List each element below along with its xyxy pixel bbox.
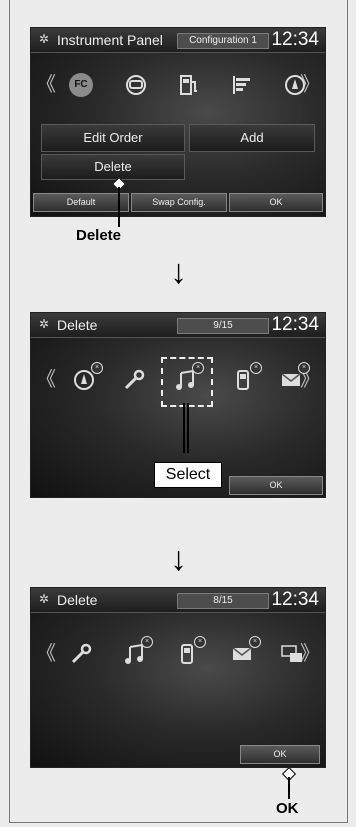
gear-icon: ✲ — [38, 317, 50, 331]
edit-order-button[interactable]: Edit Order — [41, 124, 185, 152]
remove-badge-icon: × — [192, 362, 204, 374]
screen-title: Delete — [57, 317, 98, 333]
delete-screen-confirm: ✲ Delete 8/15 12:34 《 》 × × × OK — [30, 587, 326, 768]
phone-icon[interactable]: × — [230, 362, 262, 394]
message-device-icon[interactable] — [279, 642, 305, 668]
clock: 12:34 — [271, 29, 319, 50]
remove-badge-icon: × — [249, 636, 261, 648]
swap-config-button[interactable]: Swap Config. — [131, 193, 227, 212]
compass-icon[interactable]: × — [71, 362, 103, 394]
top-bar: ✲ Instrument Panel Configuration 1 12:34 — [31, 28, 325, 53]
item-count: 9/15 — [177, 318, 269, 334]
screen-title: Instrument Panel — [57, 32, 163, 48]
default-button[interactable]: Default — [33, 193, 129, 212]
fc-icon[interactable]: FC — [69, 73, 93, 97]
music-note-icon[interactable]: × — [172, 362, 204, 394]
music-note-icon[interactable]: × — [121, 636, 153, 668]
pointer-line — [118, 187, 120, 227]
scroll-left-arrow[interactable]: 《 — [36, 75, 56, 95]
down-arrow-icon: ↓ — [170, 253, 187, 291]
clock: 12:34 — [271, 589, 319, 610]
remove-badge-icon: × — [250, 362, 262, 374]
delete-button[interactable]: Delete — [41, 154, 185, 180]
remove-badge-icon: × — [141, 636, 153, 648]
delete-callout: Delete — [76, 227, 122, 244]
add-button[interactable]: Add — [189, 124, 315, 152]
top-bar: ✲ Delete 9/15 12:34 — [31, 313, 325, 338]
remove-badge-icon: × — [194, 636, 206, 648]
envelope-icon[interactable]: × — [229, 636, 261, 668]
phone-icon[interactable]: × — [174, 636, 206, 668]
item-count: 8/15 — [177, 593, 269, 609]
configuration-tab[interactable]: Configuration 1 — [177, 33, 269, 49]
pointer-line — [183, 403, 185, 453]
select-callout: Select — [154, 462, 222, 488]
scroll-left-arrow[interactable]: 《 — [36, 644, 56, 664]
ok-button[interactable]: OK — [229, 193, 323, 212]
gear-icon: ✲ — [38, 32, 50, 46]
remove-badge-icon: × — [91, 362, 103, 374]
scroll-left-arrow[interactable]: 《 — [36, 370, 56, 390]
down-arrow-icon: ↓ — [170, 540, 187, 578]
remove-badge-icon: × — [298, 362, 310, 374]
envelope-icon[interactable]: × — [278, 362, 310, 394]
bar-list-icon[interactable] — [229, 73, 255, 99]
gear-icon: ✲ — [38, 592, 50, 606]
pointer-line — [288, 777, 290, 799]
ok-button[interactable]: OK — [229, 476, 323, 495]
instrument-panel-screen: ✲ Instrument Panel Configuration 1 12:34… — [30, 27, 326, 217]
ok-callout: OK — [276, 800, 299, 817]
pointer-line — [187, 403, 189, 453]
wrench-icon[interactable] — [121, 368, 147, 394]
compass-icon[interactable] — [282, 73, 308, 99]
wrench-icon[interactable] — [68, 642, 94, 668]
ok-button[interactable]: OK — [240, 745, 320, 764]
clock: 12:34 — [271, 314, 319, 335]
steering-wheel-icon[interactable] — [123, 73, 149, 99]
screen-title: Delete — [57, 592, 98, 608]
top-bar: ✲ Delete 8/15 12:34 — [31, 588, 325, 613]
fuel-pump-icon[interactable] — [176, 73, 202, 99]
